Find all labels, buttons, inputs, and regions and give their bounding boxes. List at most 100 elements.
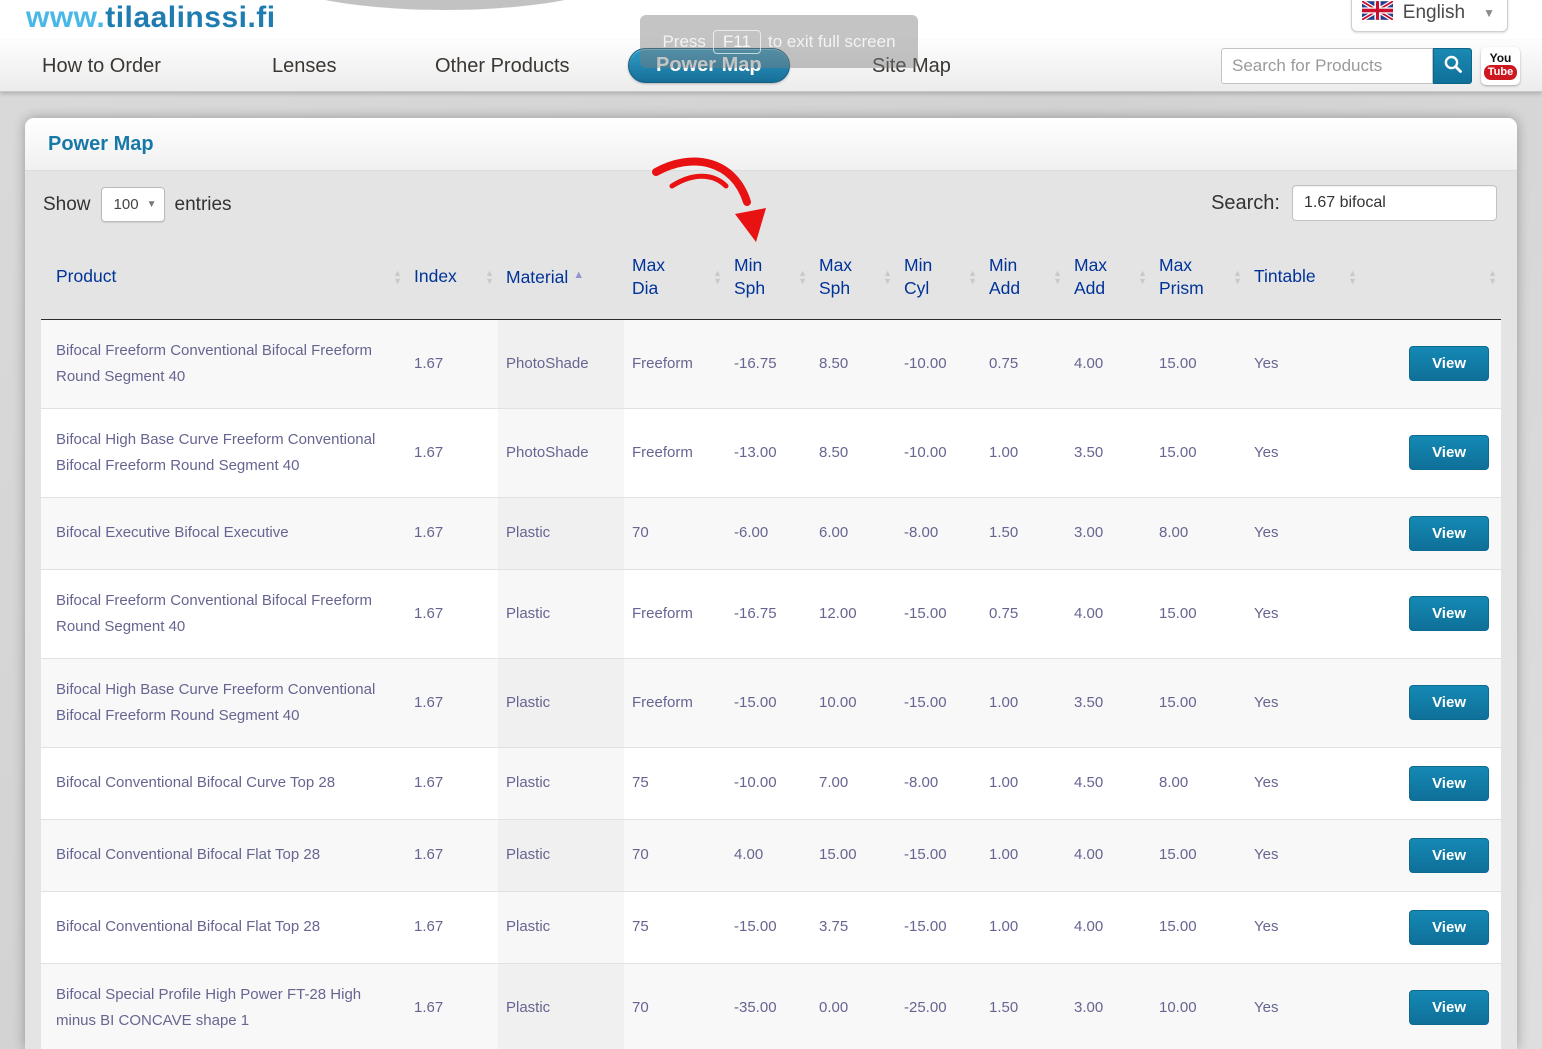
nav-item-site-map[interactable]: Site Map (872, 40, 951, 92)
page-size-select[interactable]: 100 ▼ (101, 187, 165, 222)
table-search-input[interactable] (1292, 185, 1497, 221)
table-header-row: Product▲▼Index▲▼Material▲MaxDia▲▼MinSph▲… (41, 235, 1501, 319)
column-header-max_sph[interactable]: MaxSph▲▼ (811, 235, 896, 319)
cell-tintable: Yes (1246, 569, 1361, 658)
cell-product: Bifocal Executive Bifocal Executive (41, 497, 406, 569)
cell-max_prism: 15.00 (1151, 658, 1246, 747)
view-button[interactable]: View (1409, 435, 1489, 470)
cell-min_cyl: -8.00 (896, 497, 981, 569)
column-header-min_sph[interactable]: MinSph▲▼ (726, 235, 811, 319)
sort-both-icon: ▲▼ (798, 269, 807, 285)
cell-material: Plastic (498, 658, 624, 747)
show-label: Show (43, 194, 91, 216)
cell-max_prism: 15.00 (1151, 819, 1246, 891)
panel-header: Power Map (25, 118, 1517, 171)
cell-max_prism: 15.00 (1151, 891, 1246, 963)
cell-max_dia: Freeform (624, 658, 726, 747)
table-row: Bifocal Freeform Conventional Bifocal Fr… (41, 319, 1501, 408)
cell-max_sph: 6.00 (811, 497, 896, 569)
view-button[interactable]: View (1409, 910, 1489, 945)
cell-index: 1.67 (406, 819, 498, 891)
view-button[interactable]: View (1409, 596, 1489, 631)
cell-max_sph: 12.00 (811, 569, 896, 658)
youtube-icon[interactable]: You Tube (1481, 47, 1520, 85)
view-cell: View (1361, 408, 1501, 497)
table-row: Bifocal Conventional Bifocal Flat Top 28… (41, 891, 1501, 963)
cell-max_add: 4.00 (1066, 569, 1151, 658)
cell-max_sph: 0.00 (811, 963, 896, 1049)
cell-min_sph: -15.00 (726, 658, 811, 747)
view-cell: View (1361, 963, 1501, 1049)
page-size-value: 100 (102, 196, 139, 213)
search-icon (1443, 54, 1463, 79)
cell-min_add: 1.00 (981, 658, 1066, 747)
column-header-tintable[interactable]: Tintable▲▼ (1246, 235, 1361, 319)
nav-item-lenses[interactable]: Lenses (272, 40, 337, 92)
cell-min_sph: -15.00 (726, 891, 811, 963)
nav-item-other-products[interactable]: Other Products (435, 40, 570, 92)
cell-min_cyl: -15.00 (896, 891, 981, 963)
power-map-table-wrap: Product▲▼Index▲▼Material▲MaxDia▲▼MinSph▲… (41, 235, 1501, 1049)
cell-min_cyl: -10.00 (896, 408, 981, 497)
cell-max_dia: 70 (624, 963, 726, 1049)
language-selector[interactable]: English ▼ (1351, 0, 1508, 32)
view-button[interactable]: View (1409, 346, 1489, 381)
column-header-max_prism[interactable]: MaxPrism▲▼ (1151, 235, 1246, 319)
cell-min_add: 1.00 (981, 408, 1066, 497)
page-title: Power Map (25, 118, 1517, 156)
view-button[interactable]: View (1409, 990, 1489, 1025)
page: www.tilaalinssi.fi English ▼ How to Orde… (0, 0, 1542, 1049)
cell-min_cyl: -15.00 (896, 819, 981, 891)
column-header-min_add[interactable]: MinAdd▲▼ (981, 235, 1066, 319)
cell-index: 1.67 (406, 569, 498, 658)
sort-both-icon: ▲▼ (968, 269, 977, 285)
nav-item-power-map-active[interactable]: Power Map (628, 48, 790, 83)
view-button[interactable]: View (1409, 838, 1489, 873)
cell-min_cyl: -25.00 (896, 963, 981, 1049)
column-header-index[interactable]: Index▲▼ (406, 235, 498, 319)
table-row: Bifocal Special Profile High Power FT-28… (41, 963, 1501, 1049)
products-search-input[interactable] (1221, 48, 1433, 84)
cell-min_cyl: -15.00 (896, 658, 981, 747)
table-row: Bifocal High Base Curve Freeform Convent… (41, 408, 1501, 497)
cell-index: 1.67 (406, 747, 498, 819)
cell-min_sph: -13.00 (726, 408, 811, 497)
view-button[interactable]: View (1409, 766, 1489, 801)
view-cell: View (1361, 658, 1501, 747)
cell-min_add: 1.50 (981, 963, 1066, 1049)
column-header-view[interactable]: ▲▼ (1361, 235, 1501, 319)
main-navigation: How to Order Lenses Other Products Power… (0, 40, 1542, 92)
cell-max_add: 4.00 (1066, 319, 1151, 408)
column-header-max_dia[interactable]: MaxDia▲▼ (624, 235, 726, 319)
cell-min_add: 1.50 (981, 497, 1066, 569)
column-header-material[interactable]: Material▲ (498, 235, 624, 319)
cell-min_sph: 4.00 (726, 819, 811, 891)
search-button[interactable] (1433, 48, 1472, 84)
view-button[interactable]: View (1409, 516, 1489, 551)
cell-max_dia: 75 (624, 747, 726, 819)
cell-max_dia: 75 (624, 891, 726, 963)
site-logo: www.tilaalinssi.fi (26, 1, 276, 35)
cell-index: 1.67 (406, 319, 498, 408)
cell-min_sph: -10.00 (726, 747, 811, 819)
cell-min_add: 1.00 (981, 819, 1066, 891)
cell-product: Bifocal High Base Curve Freeform Convent… (41, 408, 406, 497)
cell-max_dia: 70 (624, 819, 726, 891)
oval-decoration (262, 0, 628, 10)
cell-material: Plastic (498, 497, 624, 569)
cell-max_add: 4.00 (1066, 891, 1151, 963)
nav-item-how-to-order[interactable]: How to Order (42, 40, 161, 92)
cell-min_cyl: -10.00 (896, 319, 981, 408)
page-size-control: Show 100 ▼ entries (43, 187, 232, 222)
cell-tintable: Yes (1246, 891, 1361, 963)
cell-max_sph: 8.50 (811, 319, 896, 408)
view-cell: View (1361, 319, 1501, 408)
youtube-tube-text: Tube (1484, 65, 1517, 80)
column-header-product[interactable]: Product▲▼ (41, 235, 406, 319)
sort-both-icon: ▲▼ (393, 269, 402, 285)
column-header-min_cyl[interactable]: MinCyl▲▼ (896, 235, 981, 319)
view-button[interactable]: View (1409, 685, 1489, 720)
cell-max_prism: 15.00 (1151, 319, 1246, 408)
column-header-max_add[interactable]: MaxAdd▲▼ (1066, 235, 1151, 319)
sort-both-icon: ▲▼ (485, 269, 494, 285)
